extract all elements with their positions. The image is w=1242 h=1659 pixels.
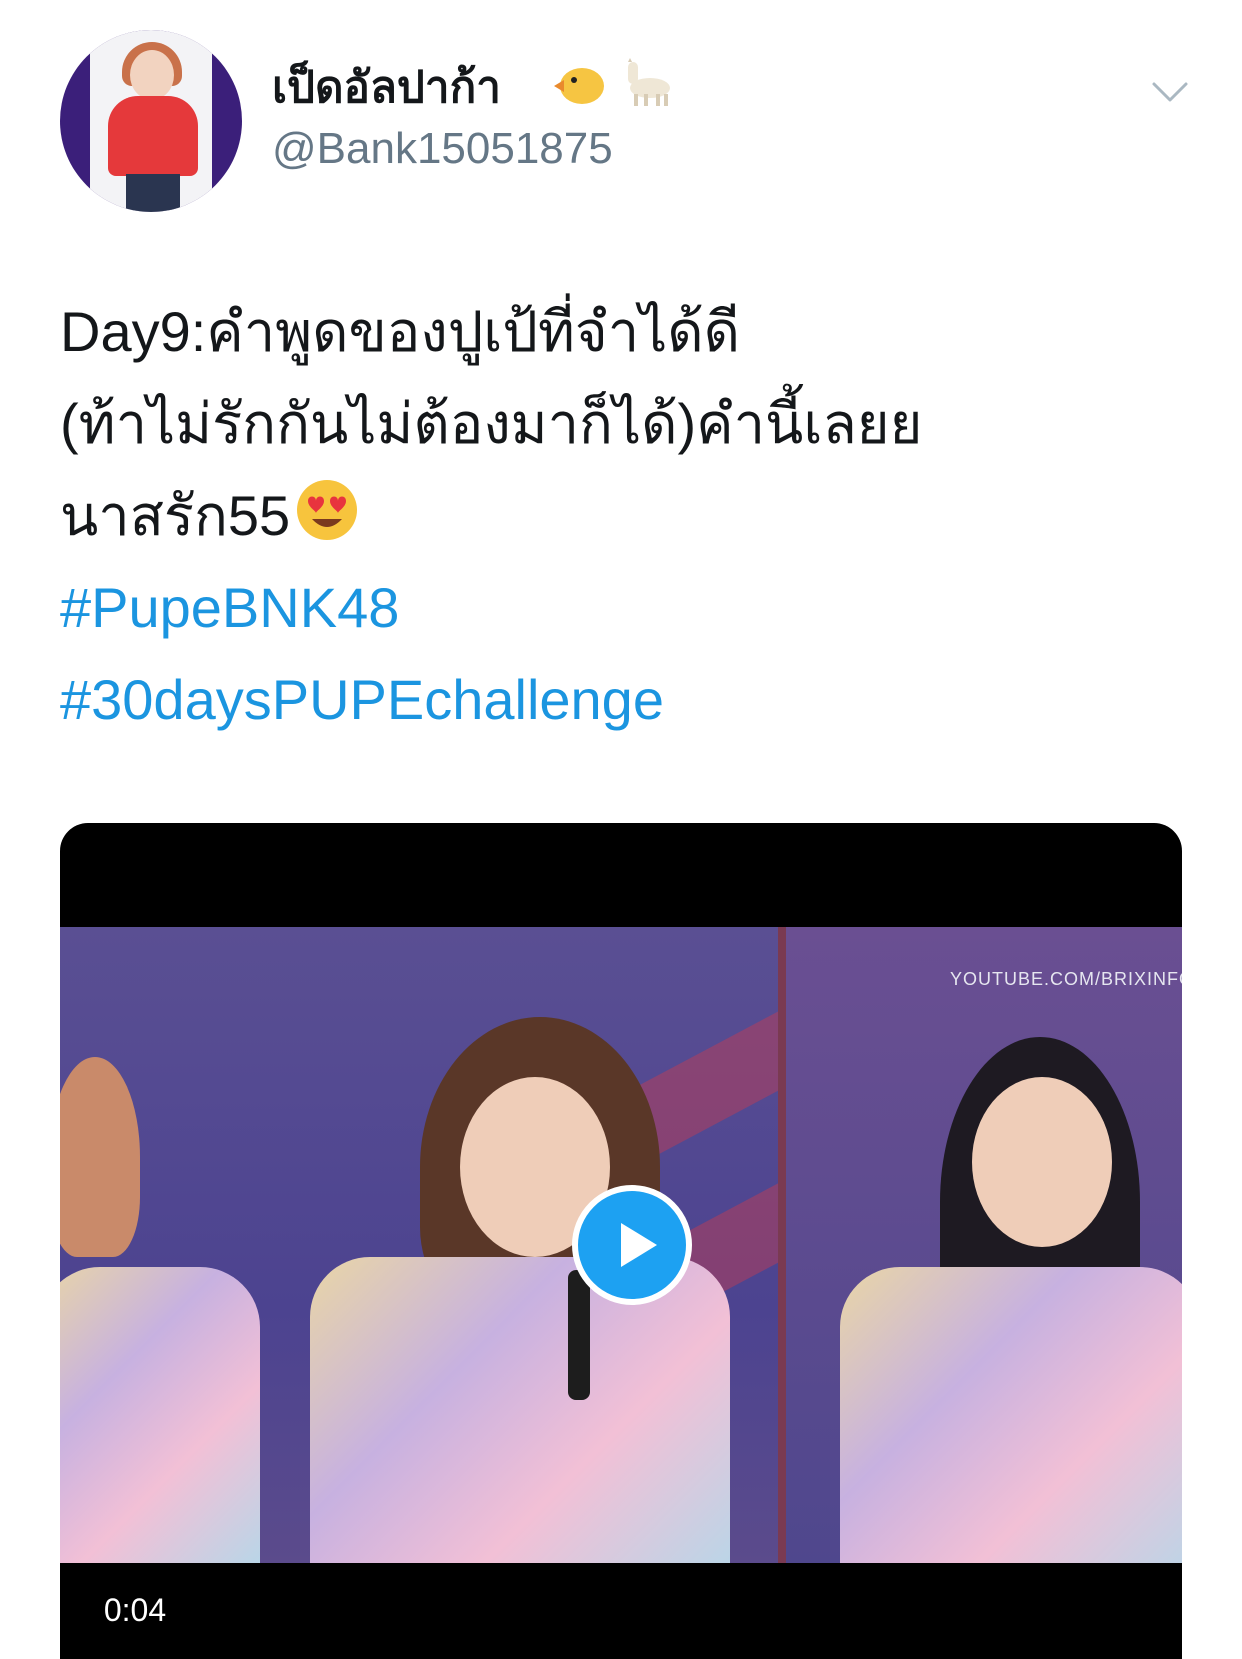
video-watermark: YOUTUBE.COM/BRIXINFO — [950, 969, 1182, 989]
performer-right-face — [972, 1077, 1112, 1247]
llama-emoji-icon — [628, 58, 670, 106]
avatar[interactable] — [60, 30, 242, 212]
play-button[interactable] — [572, 1185, 692, 1305]
performer-center-costume — [310, 1257, 730, 1563]
performer-left-costume — [60, 1267, 260, 1563]
avatar-face — [130, 50, 174, 100]
video-duration: 0:04 — [86, 1583, 184, 1637]
play-icon — [621, 1223, 657, 1267]
user-handle[interactable]: @Bank15051875 — [272, 124, 613, 174]
split-screen-divider — [778, 927, 786, 1563]
chevron-down-icon[interactable] — [1150, 80, 1190, 104]
duck-emoji-icon — [554, 68, 604, 104]
tweet: เป็ดอัลปาก้า @Bank15051875 Day9:คำพูดของ… — [0, 0, 1242, 1659]
tweet-text-line: นาสรัก55 — [60, 470, 1190, 562]
performer-right-costume — [840, 1267, 1182, 1563]
microphone — [568, 1270, 590, 1400]
tweet-text-line-content: นาสรัก55 — [60, 484, 291, 547]
avatar-red-jacket — [108, 96, 198, 176]
hashtag-link[interactable]: #PupeBNK48 — [60, 562, 1190, 654]
tweet-text: Day9:คำพูดของปูเป้ที่จำได้ดี (ท้าไม่รักก… — [60, 286, 1190, 746]
tweet-text-line: (ท้าไม่รักกันไม่ต้องมาก็ได้)คำนี้เลยย — [60, 392, 923, 455]
tweet-text-line: Day9:คำพูดของปูเป้ที่จำได้ดี — [60, 300, 741, 363]
hashtag-link[interactable]: #30daysPUPEchallenge — [60, 654, 1190, 746]
display-name[interactable]: เป็ดอัลปาก้า — [272, 52, 501, 122]
heart-eyes-emoji-icon — [297, 480, 358, 540]
avatar-jeans — [126, 174, 180, 212]
